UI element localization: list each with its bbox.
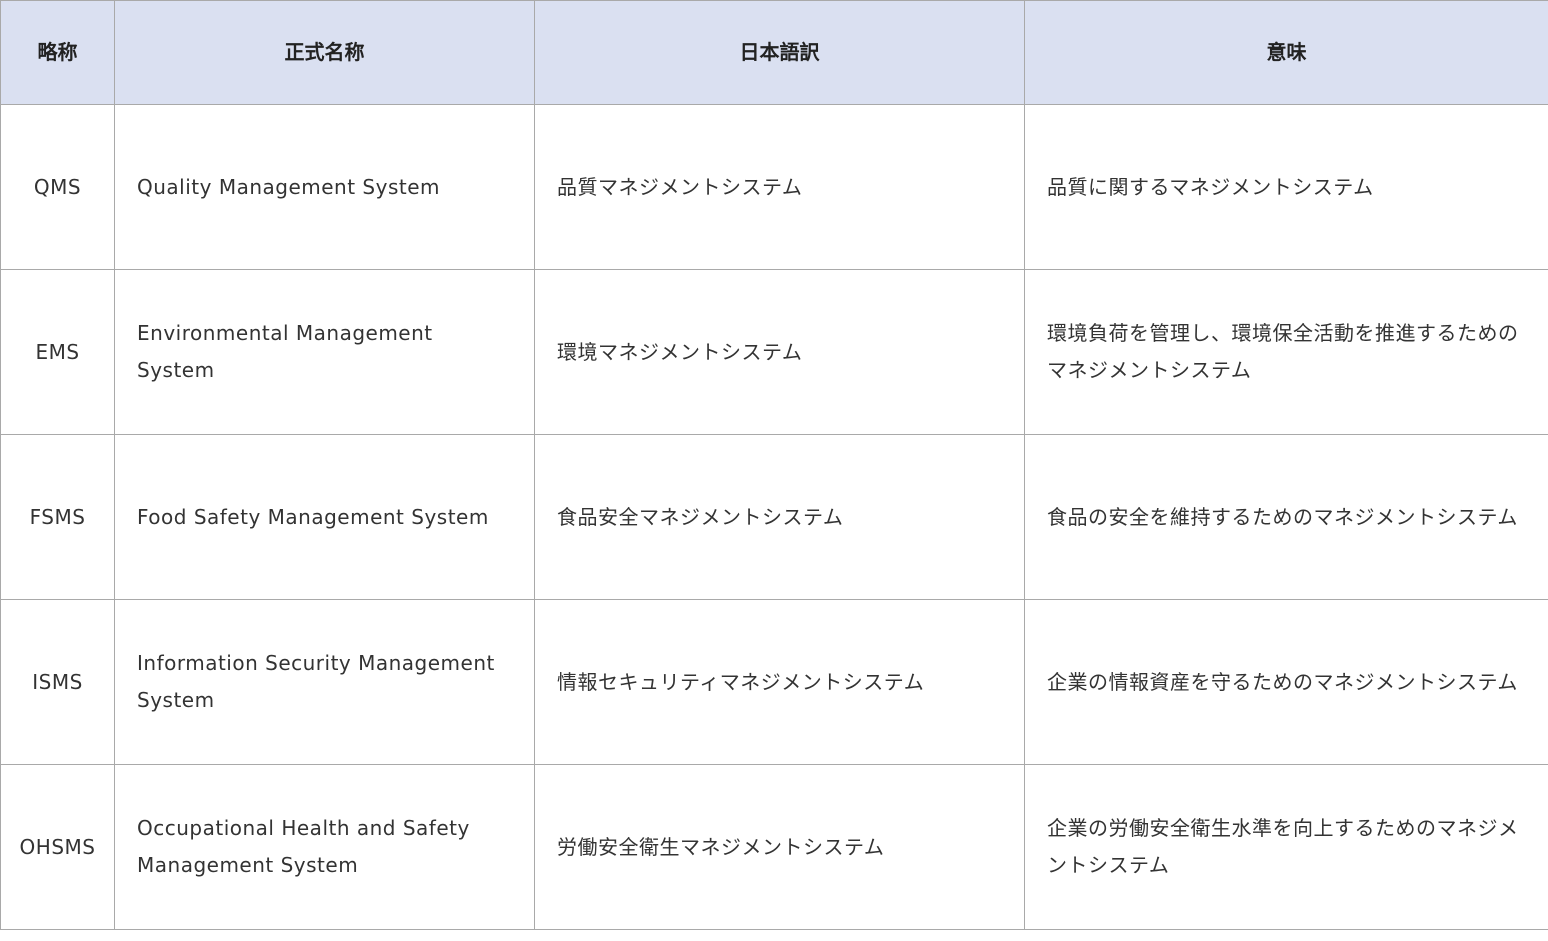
cell-full-name: Information Security Management System (114, 599, 535, 765)
table-row: EMS Environmental Management System 環境マネ… (0, 269, 1548, 435)
cell-full-name: Occupational Health and Safety Managemen… (114, 764, 535, 930)
cell-full-name: Environmental Management System (114, 269, 535, 435)
header-abbreviation: 略称 (0, 0, 115, 105)
cell-abbreviation: ISMS (0, 599, 115, 765)
table-header: 略称 正式名称 日本語訳 意味 (0, 0, 1548, 105)
header-japanese-translation: 日本語訳 (534, 0, 1025, 105)
management-systems-table: 略称 正式名称 日本語訳 意味 QMS Quality Management S… (0, 0, 1548, 930)
cell-meaning: 企業の情報資産を守るためのマネジメントシステム (1024, 599, 1548, 765)
header-meaning: 意味 (1024, 0, 1548, 105)
cell-japanese-translation: 労働安全衛生マネジメントシステム (534, 764, 1025, 930)
header-full-name: 正式名称 (114, 0, 535, 105)
table-row: FSMS Food Safety Management System 食品安全マ… (0, 434, 1548, 600)
cell-meaning: 品質に関するマネジメントシステム (1024, 104, 1548, 270)
table-row: QMS Quality Management System 品質マネジメントシス… (0, 104, 1548, 270)
cell-japanese-translation: 環境マネジメントシステム (534, 269, 1025, 435)
cell-japanese-translation: 情報セキュリティマネジメントシステム (534, 599, 1025, 765)
cell-abbreviation: FSMS (0, 434, 115, 600)
cell-meaning: 企業の労働安全衛生水準を向上するためのマネジメントシステム (1024, 764, 1548, 930)
cell-japanese-translation: 品質マネジメントシステム (534, 104, 1025, 270)
cell-full-name: Quality Management System (114, 104, 535, 270)
cell-abbreviation: OHSMS (0, 764, 115, 930)
cell-full-name: Food Safety Management System (114, 434, 535, 600)
cell-abbreviation: EMS (0, 269, 115, 435)
header-row: 略称 正式名称 日本語訳 意味 (0, 0, 1548, 105)
cell-japanese-translation: 食品安全マネジメントシステム (534, 434, 1025, 600)
table-row: ISMS Information Security Management Sys… (0, 599, 1548, 765)
table-row: OHSMS Occupational Health and Safety Man… (0, 764, 1548, 930)
table-body: QMS Quality Management System 品質マネジメントシス… (0, 104, 1548, 930)
cell-meaning: 環境負荷を管理し、環境保全活動を推進するためのマネジメントシステム (1024, 269, 1548, 435)
cell-meaning: 食品の安全を維持するためのマネジメントシステム (1024, 434, 1548, 600)
cell-abbreviation: QMS (0, 104, 115, 270)
